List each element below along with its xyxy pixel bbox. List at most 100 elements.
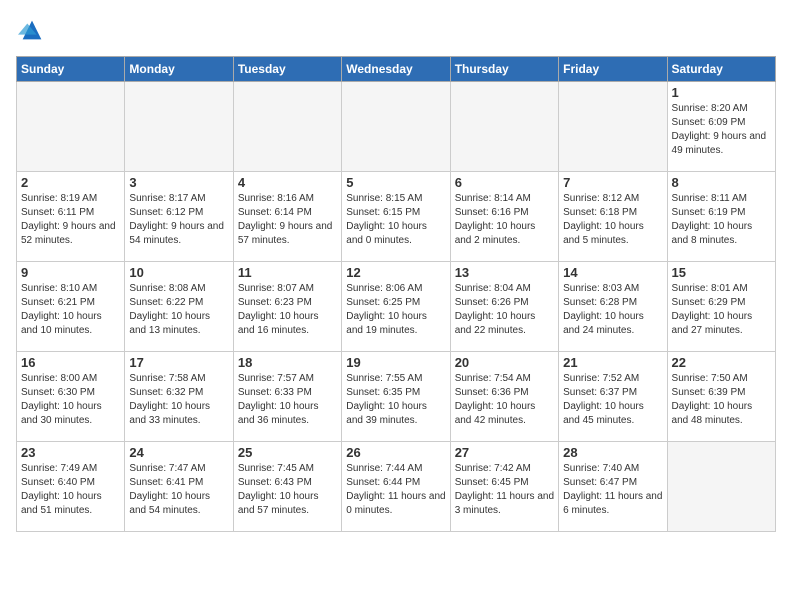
logo	[16, 16, 46, 44]
day-info-text: Sunrise: 8:16 AM Sunset: 6:14 PM Dayligh…	[238, 192, 337, 248]
header	[16, 16, 776, 44]
day-info-text: Sunrise: 7:54 AM Sunset: 6:36 PM Dayligh…	[455, 372, 554, 428]
day-info-text: Sunrise: 7:57 AM Sunset: 6:33 PM Dayligh…	[238, 372, 337, 428]
day-of-week-header: Wednesday	[342, 57, 450, 82]
day-number: 21	[563, 355, 662, 370]
day-info-text: Sunrise: 8:07 AM Sunset: 6:23 PM Dayligh…	[238, 282, 337, 338]
day-info-text: Sunrise: 7:40 AM Sunset: 6:47 PM Dayligh…	[563, 462, 662, 518]
day-number: 24	[129, 445, 228, 460]
calendar-day-cell	[450, 82, 558, 172]
calendar-day-cell: 9 Sunrise: 8:10 AM Sunset: 6:21 PM Daylig…	[17, 262, 125, 352]
calendar-day-cell: 15 Sunrise: 8:01 AM Sunset: 6:29 PM Dayli…	[667, 262, 775, 352]
calendar-week-row: 1Sunrise: 8:20 AM Sunset: 6:09 PM Daylig…	[17, 82, 776, 172]
day-of-week-header: Thursday	[450, 57, 558, 82]
calendar-day-cell: 4 Sunrise: 8:16 AM Sunset: 6:14 PM Daylig…	[233, 172, 341, 262]
calendar-day-cell: 2 Sunrise: 8:19 AM Sunset: 6:11 PM Daylig…	[17, 172, 125, 262]
day-info-text: Sunrise: 7:45 AM Sunset: 6:43 PM Dayligh…	[238, 462, 337, 518]
calendar-day-cell: 16 Sunrise: 8:00 AM Sunset: 6:30 PM Dayli…	[17, 352, 125, 442]
calendar-day-cell: 11 Sunrise: 8:07 AM Sunset: 6:23 PM Dayli…	[233, 262, 341, 352]
logo-icon	[18, 16, 46, 44]
calendar-day-cell: 27 Sunrise: 7:42 AM Sunset: 6:45 PM Dayli…	[450, 442, 558, 532]
day-info-text: Sunrise: 8:19 AM Sunset: 6:11 PM Dayligh…	[21, 192, 120, 248]
calendar-week-row: 16 Sunrise: 8:00 AM Sunset: 6:30 PM Dayli…	[17, 352, 776, 442]
day-number: 16	[21, 355, 120, 370]
day-number: 8	[672, 175, 771, 190]
day-number: 5	[346, 175, 445, 190]
day-info-text: Sunrise: 8:11 AM Sunset: 6:19 PM Dayligh…	[672, 192, 771, 248]
day-number: 11	[238, 265, 337, 280]
day-number: 4	[238, 175, 337, 190]
calendar-day-cell: 26 Sunrise: 7:44 AM Sunset: 6:44 PM Dayli…	[342, 442, 450, 532]
day-info-text: Sunrise: 8:00 AM Sunset: 6:30 PM Dayligh…	[21, 372, 120, 428]
calendar-day-cell: 3Sunrise: 8:17 AM Sunset: 6:12 PM Daylig…	[125, 172, 233, 262]
calendar-day-cell: 10 Sunrise: 8:08 AM Sunset: 6:22 PM Dayli…	[125, 262, 233, 352]
calendar-table: SundayMondayTuesdayWednesdayThursdayFrid…	[16, 56, 776, 532]
calendar-day-cell	[667, 442, 775, 532]
calendar-week-row: 23Sunrise: 7:49 AM Sunset: 6:40 PM Dayli…	[17, 442, 776, 532]
calendar-day-cell: 19 Sunrise: 7:55 AM Sunset: 6:35 PM Dayli…	[342, 352, 450, 442]
calendar-week-row: 2 Sunrise: 8:19 AM Sunset: 6:11 PM Daylig…	[17, 172, 776, 262]
calendar-day-cell: 20 Sunrise: 7:54 AM Sunset: 6:36 PM Dayli…	[450, 352, 558, 442]
calendar-day-cell: 28 Sunrise: 7:40 AM Sunset: 6:47 PM Dayli…	[559, 442, 667, 532]
day-info-text: Sunrise: 8:10 AM Sunset: 6:21 PM Dayligh…	[21, 282, 120, 338]
day-number: 15	[672, 265, 771, 280]
day-info-text: Sunrise: 7:47 AM Sunset: 6:41 PM Dayligh…	[129, 462, 228, 518]
day-info-text: Sunrise: 8:06 AM Sunset: 6:25 PM Dayligh…	[346, 282, 445, 338]
day-info-text: Sunrise: 8:14 AM Sunset: 6:16 PM Dayligh…	[455, 192, 554, 248]
day-info-text: Sunrise: 7:50 AM Sunset: 6:39 PM Dayligh…	[672, 372, 771, 428]
day-of-week-header: Sunday	[17, 57, 125, 82]
day-of-week-header: Friday	[559, 57, 667, 82]
calendar-day-cell: 13 Sunrise: 8:04 AM Sunset: 6:26 PM Dayli…	[450, 262, 558, 352]
calendar-day-cell: 25 Sunrise: 7:45 AM Sunset: 6:43 PM Dayli…	[233, 442, 341, 532]
day-number: 20	[455, 355, 554, 370]
day-number: 6	[455, 175, 554, 190]
day-of-week-header: Monday	[125, 57, 233, 82]
calendar-day-cell: 21 Sunrise: 7:52 AM Sunset: 6:37 PM Dayli…	[559, 352, 667, 442]
day-info-text: Sunrise: 7:58 AM Sunset: 6:32 PM Dayligh…	[129, 372, 228, 428]
day-number: 18	[238, 355, 337, 370]
day-of-week-header: Saturday	[667, 57, 775, 82]
day-info-text: Sunrise: 7:42 AM Sunset: 6:45 PM Dayligh…	[455, 462, 554, 518]
calendar-day-cell	[125, 82, 233, 172]
day-info-text: Sunrise: 7:52 AM Sunset: 6:37 PM Dayligh…	[563, 372, 662, 428]
day-number: 7	[563, 175, 662, 190]
calendar-day-cell	[17, 82, 125, 172]
day-number: 25	[238, 445, 337, 460]
calendar-day-cell: 1Sunrise: 8:20 AM Sunset: 6:09 PM Daylig…	[667, 82, 775, 172]
day-number: 13	[455, 265, 554, 280]
day-info-text: Sunrise: 8:15 AM Sunset: 6:15 PM Dayligh…	[346, 192, 445, 248]
day-number: 2	[21, 175, 120, 190]
day-number: 26	[346, 445, 445, 460]
day-info-text: Sunrise: 7:44 AM Sunset: 6:44 PM Dayligh…	[346, 462, 445, 518]
day-number: 17	[129, 355, 228, 370]
day-number: 28	[563, 445, 662, 460]
day-number: 27	[455, 445, 554, 460]
calendar-day-cell: 7 Sunrise: 8:12 AM Sunset: 6:18 PM Daylig…	[559, 172, 667, 262]
day-number: 19	[346, 355, 445, 370]
day-info-text: Sunrise: 8:03 AM Sunset: 6:28 PM Dayligh…	[563, 282, 662, 338]
calendar-day-cell: 23Sunrise: 7:49 AM Sunset: 6:40 PM Dayli…	[17, 442, 125, 532]
calendar-header-row: SundayMondayTuesdayWednesdayThursdayFrid…	[17, 57, 776, 82]
calendar-day-cell: 5 Sunrise: 8:15 AM Sunset: 6:15 PM Daylig…	[342, 172, 450, 262]
calendar-day-cell	[559, 82, 667, 172]
day-info-text: Sunrise: 8:08 AM Sunset: 6:22 PM Dayligh…	[129, 282, 228, 338]
day-number: 12	[346, 265, 445, 280]
day-info-text: Sunrise: 8:04 AM Sunset: 6:26 PM Dayligh…	[455, 282, 554, 338]
day-info-text: Sunrise: 8:20 AM Sunset: 6:09 PM Dayligh…	[672, 102, 771, 158]
calendar-day-cell: 22 Sunrise: 7:50 AM Sunset: 6:39 PM Dayli…	[667, 352, 775, 442]
day-info-text: Sunrise: 7:55 AM Sunset: 6:35 PM Dayligh…	[346, 372, 445, 428]
calendar-day-cell: 18 Sunrise: 7:57 AM Sunset: 6:33 PM Dayli…	[233, 352, 341, 442]
calendar-day-cell: 8 Sunrise: 8:11 AM Sunset: 6:19 PM Daylig…	[667, 172, 775, 262]
calendar-day-cell: 17 Sunrise: 7:58 AM Sunset: 6:32 PM Dayli…	[125, 352, 233, 442]
day-info-text: Sunrise: 8:01 AM Sunset: 6:29 PM Dayligh…	[672, 282, 771, 338]
day-number: 10	[129, 265, 228, 280]
calendar-day-cell	[342, 82, 450, 172]
calendar-day-cell: 24 Sunrise: 7:47 AM Sunset: 6:41 PM Dayli…	[125, 442, 233, 532]
day-of-week-header: Tuesday	[233, 57, 341, 82]
calendar-day-cell: 12 Sunrise: 8:06 AM Sunset: 6:25 PM Dayli…	[342, 262, 450, 352]
day-number: 9	[21, 265, 120, 280]
calendar-day-cell: 6 Sunrise: 8:14 AM Sunset: 6:16 PM Daylig…	[450, 172, 558, 262]
day-info-text: Sunrise: 8:12 AM Sunset: 6:18 PM Dayligh…	[563, 192, 662, 248]
day-number: 14	[563, 265, 662, 280]
day-number: 22	[672, 355, 771, 370]
